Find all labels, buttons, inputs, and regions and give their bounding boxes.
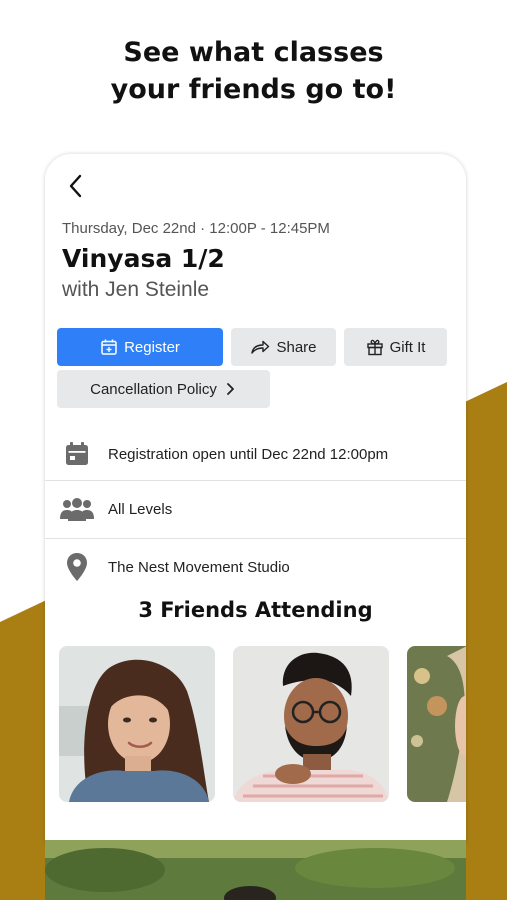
class-instructor: with Jen Steinle bbox=[62, 278, 210, 301]
people-group-icon bbox=[59, 498, 94, 521]
friend-avatar-2[interactable] bbox=[233, 646, 389, 802]
cancellation-policy-button[interactable]: Cancellation Policy bbox=[57, 370, 270, 408]
calendar-icon bbox=[65, 442, 88, 465]
promo-headline-line-1: See what classes bbox=[123, 37, 384, 68]
gift-button[interactable]: Gift It bbox=[344, 328, 447, 366]
class-title: Vinyasa 1/2 bbox=[62, 244, 225, 273]
level-info-row: All Levels bbox=[45, 481, 466, 537]
friend-photo-2 bbox=[233, 646, 389, 802]
friend-photo-3 bbox=[407, 646, 466, 802]
promo-headline-line-2: your friends go to! bbox=[110, 74, 397, 105]
level-info-text: All Levels bbox=[108, 500, 173, 518]
bottom-photo-strip bbox=[45, 840, 466, 900]
bottom-photo bbox=[45, 840, 466, 900]
registration-info-text: Registration open until Dec 22nd 12:00pm bbox=[108, 445, 389, 463]
gift-label: Gift It bbox=[389, 338, 426, 356]
share-button[interactable]: Share bbox=[231, 328, 336, 366]
friends-attending-title: 3 Friends Attending bbox=[138, 598, 373, 622]
share-arrow-icon bbox=[251, 340, 270, 354]
chevron-right-icon bbox=[226, 383, 234, 395]
registration-info-row: Registration open until Dec 22nd 12:00pm bbox=[45, 426, 466, 482]
register-label: Register bbox=[124, 338, 180, 356]
chevron-left-icon bbox=[69, 174, 82, 198]
register-button[interactable]: Register bbox=[57, 328, 223, 366]
friend-avatar-3[interactable] bbox=[407, 646, 466, 802]
friend-avatar-1[interactable] bbox=[59, 646, 215, 802]
gift-icon bbox=[366, 339, 383, 356]
location-info-row[interactable]: The Nest Movement Studio bbox=[45, 539, 466, 595]
share-label: Share bbox=[276, 338, 317, 356]
class-datetime: Thursday, Dec 22nd · 12:00P - 12:45PM bbox=[62, 220, 330, 237]
promo-headline: See what classes your friends go to! bbox=[0, 34, 507, 108]
cancellation-policy-label: Cancellation Policy bbox=[90, 380, 217, 398]
map-pin-icon bbox=[66, 553, 87, 581]
class-detail-card: Thursday, Dec 22nd · 12:00P - 12:45PM Vi… bbox=[45, 154, 466, 844]
back-button[interactable] bbox=[65, 172, 89, 200]
calendar-plus-icon bbox=[101, 339, 117, 355]
location-info-text: The Nest Movement Studio bbox=[108, 558, 290, 576]
friend-photo-1 bbox=[59, 646, 215, 802]
